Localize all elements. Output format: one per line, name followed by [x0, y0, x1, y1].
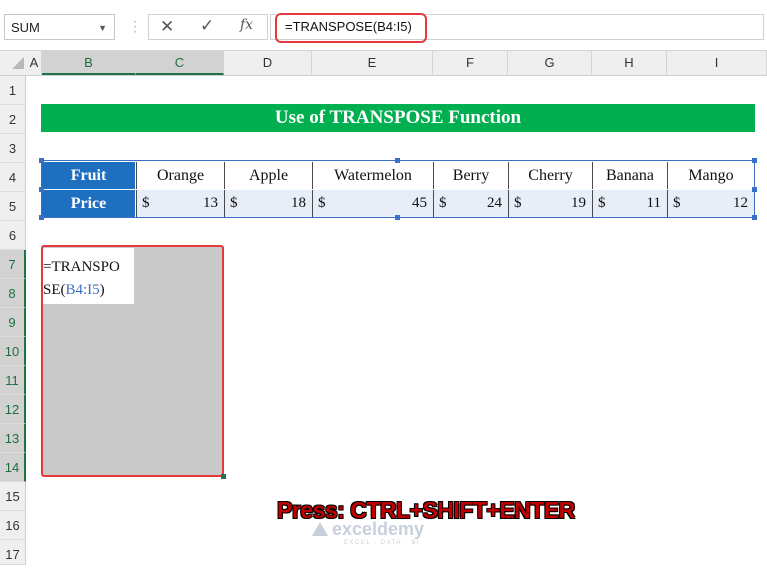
currency-symbol: $ [514, 195, 522, 211]
column-header-d[interactable]: D [224, 51, 312, 75]
column-header-e[interactable]: E [312, 51, 433, 75]
row-header-3[interactable]: 3 [0, 134, 26, 163]
name-box[interactable]: SUM ▼ [4, 14, 115, 40]
resize-handle[interactable] [39, 158, 44, 163]
price-value: 13 [203, 195, 218, 211]
edit-cell-line1: =TRANSPO [43, 259, 120, 275]
fruit-cell-mango[interactable]: Mango [667, 162, 754, 189]
resize-handle[interactable] [39, 187, 44, 192]
row-header-12[interactable]: 12 [0, 395, 26, 424]
name-box-value: SUM [11, 20, 40, 35]
price-value: 18 [291, 195, 306, 211]
edit-cell-prefix: SE( [43, 282, 66, 298]
currency-symbol: $ [673, 195, 681, 211]
resize-handle[interactable] [752, 158, 757, 163]
price-cell-banana[interactable]: $ 11 [592, 190, 667, 217]
edit-cell-suffix: ) [99, 282, 105, 298]
grip-icon: ⋮ [128, 18, 142, 34]
watermark-logo-icon [312, 522, 328, 536]
fill-handle[interactable] [221, 474, 226, 479]
insert-function-icon[interactable]: fx [240, 17, 253, 33]
active-edit-cell[interactable]: =TRANSPO SE(B4:I5) [43, 248, 134, 304]
column-header-b[interactable]: B [42, 51, 136, 75]
fruit-cell-berry[interactable]: Berry [433, 162, 508, 189]
currency-symbol: $ [142, 195, 150, 211]
currency-symbol: $ [230, 195, 238, 211]
row-header-9[interactable]: 9 [0, 308, 26, 337]
row-header-13[interactable]: 13 [0, 424, 26, 453]
row-header-17[interactable]: 17 [0, 540, 26, 565]
currency-symbol: $ [598, 195, 606, 211]
column-header-f[interactable]: F [433, 51, 508, 75]
fruit-header-cell[interactable]: Fruit [42, 162, 135, 189]
fruit-cell-orange[interactable]: Orange [136, 162, 224, 189]
row-header-15[interactable]: 15 [0, 482, 26, 511]
cancel-icon[interactable]: ✕ [160, 17, 174, 37]
row-header-6[interactable]: 6 [0, 221, 26, 250]
price-value: 19 [571, 195, 586, 211]
row-header-5[interactable]: 5 [0, 192, 26, 221]
price-cell-mango[interactable]: $ 12 [667, 190, 754, 217]
price-value: 45 [412, 195, 427, 211]
price-value: 11 [646, 195, 661, 211]
price-cell-berry[interactable]: $ 24 [433, 190, 508, 217]
currency-symbol: $ [318, 195, 326, 211]
chevron-down-icon[interactable]: ▼ [98, 15, 107, 41]
price-value: 12 [733, 195, 748, 211]
row-header-11[interactable]: 11 [0, 366, 26, 395]
price-cell-watermelon[interactable]: $ 45 [312, 190, 433, 217]
edit-cell-line2: SE(B4:I5) [43, 279, 134, 302]
fruit-cell-watermelon[interactable]: Watermelon [312, 162, 433, 189]
formula-highlight-box [275, 13, 427, 43]
row-header-7[interactable]: 7 [0, 250, 26, 279]
column-header-g[interactable]: G [508, 51, 592, 75]
edit-cell-reference: B4:I5 [65, 282, 100, 298]
resize-handle[interactable] [752, 187, 757, 192]
watermark-name: exceldemy [332, 519, 425, 539]
select-all-button[interactable] [12, 57, 24, 69]
fruit-cell-banana[interactable]: Banana [592, 162, 667, 189]
column-header-c[interactable]: C [136, 51, 224, 75]
fruit-cell-cherry[interactable]: Cherry [508, 162, 592, 189]
price-value: 24 [487, 195, 502, 211]
row-header-4[interactable]: 4 [0, 163, 26, 192]
resize-handle[interactable] [752, 215, 757, 220]
enter-icon[interactable]: ✓ [200, 16, 214, 36]
column-header-h[interactable]: H [592, 51, 667, 75]
resize-handle[interactable] [395, 215, 400, 220]
row-header-8[interactable]: 8 [0, 279, 26, 308]
row-header-16[interactable]: 16 [0, 511, 26, 540]
title-banner[interactable]: Use of TRANSPOSE Function [41, 104, 755, 132]
watermark-tagline: EXCEL · DATA · BI [344, 540, 421, 546]
resize-handle[interactable] [395, 158, 400, 163]
keyboard-instruction: Press: CTRL+SHIFT+ENTER [277, 497, 575, 523]
price-header-cell[interactable]: Price [42, 190, 135, 217]
row-header-2[interactable]: 2 [0, 105, 26, 134]
currency-symbol: $ [439, 195, 447, 211]
column-header-i[interactable]: I [667, 51, 767, 75]
resize-handle[interactable] [39, 215, 44, 220]
row-header-1[interactable]: 1 [0, 76, 26, 105]
row-header-14[interactable]: 14 [0, 453, 26, 482]
price-cell-orange[interactable]: $ 13 [136, 190, 224, 217]
price-cell-cherry[interactable]: $ 19 [508, 190, 592, 217]
price-cell-apple[interactable]: $ 18 [224, 190, 312, 217]
fruit-cell-apple[interactable]: Apple [224, 162, 312, 189]
row-header-10[interactable]: 10 [0, 337, 26, 366]
column-header-a[interactable]: A [27, 51, 42, 75]
